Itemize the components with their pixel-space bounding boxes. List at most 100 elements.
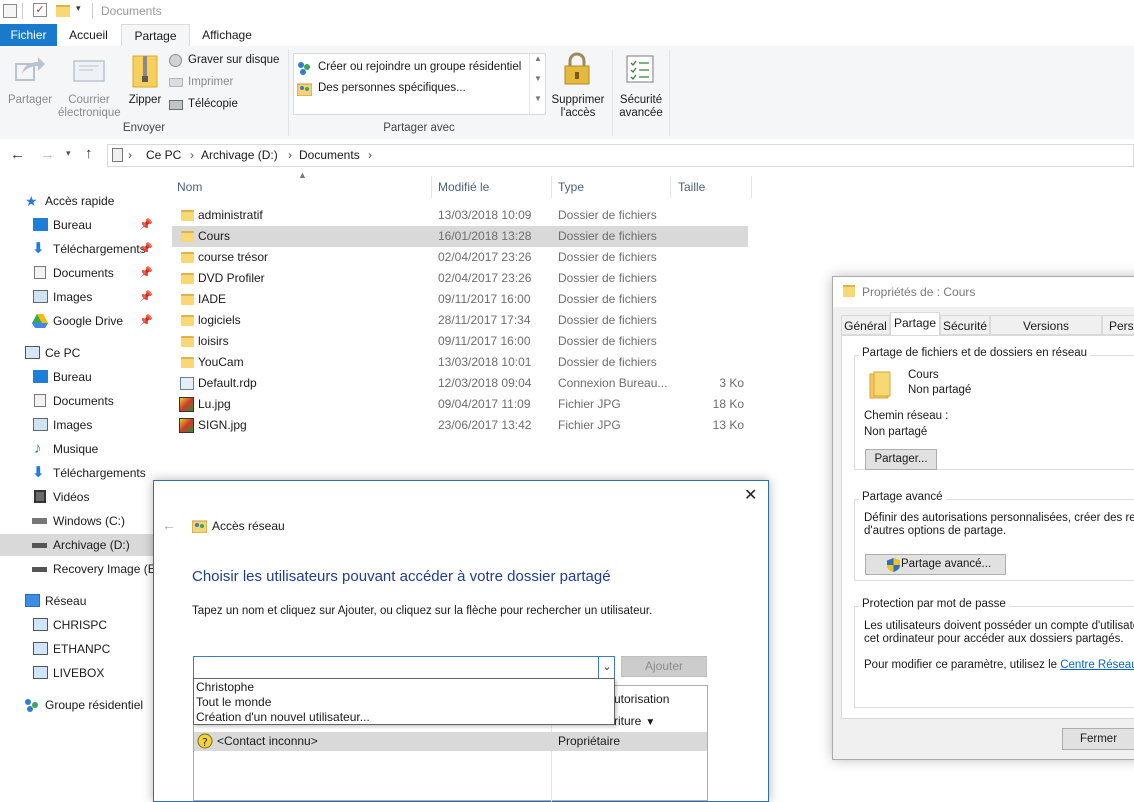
column-header-modified[interactable]: Modifié le: [432, 177, 551, 197]
user-combo-box[interactable]: ⌄: [193, 656, 615, 679]
folder-status: Non partagé: [908, 384, 972, 396]
pictures-icon: [33, 418, 48, 431]
scroll-up-icon[interactable]: ▲: [534, 54, 542, 63]
tab-accueil[interactable]: Accueil: [57, 24, 120, 46]
pin-icon[interactable]: 📌: [139, 214, 153, 236]
fax-button[interactable]: Télécopie: [168, 97, 248, 114]
nav-pc-recovery-e[interactable]: Recovery Image (E:: [0, 558, 158, 580]
file-type: Connexion Bureau...: [558, 376, 668, 390]
tab-securite[interactable]: Sécurité: [940, 315, 990, 335]
file-row[interactable]: logiciels 28/11/2017 17:34 Dossier de fi…: [172, 310, 748, 331]
nav-quick-documents[interactable]: Documents 📌: [0, 262, 158, 284]
scroll-down-icon[interactable]: ▼: [534, 74, 542, 83]
file-row[interactable]: IADE 09/11/2017 16:00 Dossier de fichier…: [172, 289, 748, 310]
back-icon[interactable]: ←: [10, 146, 25, 163]
tab-perso[interactable]: Perso: [1102, 315, 1134, 335]
advanced-sharing-text-2: d'autres options de partage.: [864, 525, 1007, 537]
burn-disc-button[interactable]: Graver sur disque: [168, 53, 283, 70]
forward-icon[interactable]: →: [40, 146, 55, 163]
file-row[interactable]: administratif 13/03/2018 10:09 Dossier d…: [172, 205, 748, 226]
zip-button[interactable]: Zipper: [124, 50, 166, 112]
file-row[interactable]: YouCam 13/03/2018 10:01 Dossier de fichi…: [172, 352, 748, 373]
tab-general[interactable]: Général: [841, 315, 890, 335]
dropdown-option[interactable]: Création d'un nouvel utilisateur...: [196, 710, 370, 724]
new-folder-icon[interactable]: [56, 5, 70, 17]
printer-icon: [169, 78, 183, 87]
network-center-link[interactable]: Centre Réseau et pa: [1060, 659, 1134, 671]
qat-dropdown-icon[interactable]: ▾: [76, 3, 81, 14]
column-header-size[interactable]: Taille: [671, 177, 751, 197]
up-icon[interactable]: ↑: [85, 145, 93, 162]
file-row[interactable]: loisirs 09/11/2017 16:00 Dossier de fich…: [172, 331, 748, 352]
specific-people-item[interactable]: Des personnes spécifiques...: [296, 80, 526, 98]
email-button[interactable]: Courrier électronique: [58, 50, 121, 119]
file-row[interactable]: Cours 16/01/2018 13:28 Dossier de fichie…: [172, 226, 748, 247]
tab-fichier[interactable]: Fichier: [0, 24, 57, 46]
nav-network-livebox[interactable]: LIVEBOX: [0, 662, 158, 684]
file-row[interactable]: SIGN.jpg 23/06/2017 13:42 Fichier JPG 13…: [172, 415, 748, 436]
share-button[interactable]: Partager: [2, 50, 58, 112]
checklist-icon[interactable]: ✓: [33, 3, 47, 17]
nav-pc-downloads[interactable]: ⬇ Téléchargements: [0, 462, 158, 484]
add-button[interactable]: Ajouter: [621, 656, 707, 677]
user-row[interactable]: ? <Contact inconnu> Propriétaire: [194, 732, 707, 751]
homegroup-item[interactable]: Créer ou rejoindre un groupe résidentiel: [296, 59, 526, 77]
breadcrumb-archivage[interactable]: Archivage (D:): [201, 145, 278, 166]
nav-network-ethanpc[interactable]: ETHANPC: [0, 638, 158, 660]
nav-homegroup[interactable]: Groupe résidentiel: [0, 694, 158, 716]
nav-pc-bureau[interactable]: Bureau: [0, 366, 158, 388]
breadcrumb-ce-pc[interactable]: Ce PC: [146, 145, 181, 166]
recent-locations-icon[interactable]: ▾: [66, 148, 71, 159]
file-row[interactable]: Lu.jpg 09/04/2017 11:09 Fichier JPG 18 K…: [172, 394, 748, 415]
dropdown-option[interactable]: Christophe: [196, 680, 254, 694]
nav-pc-images[interactable]: Images: [0, 414, 158, 436]
close-icon[interactable]: ✕: [744, 485, 757, 505]
tab-versions[interactable]: Versions précédentes: [990, 315, 1102, 353]
homegroup-icon: [25, 699, 38, 712]
advanced-security-button[interactable]: Sécurité avancée: [614, 50, 668, 120]
advanced-sharing-button[interactable]: Partage avancé...: [865, 554, 1006, 575]
file-row[interactable]: DVD Profiler 02/04/2017 23:26 Dossier de…: [172, 268, 748, 289]
pin-icon[interactable]: 📌: [139, 310, 153, 332]
file-row[interactable]: Default.rdp 12/03/2018 09:04 Connexion B…: [172, 373, 748, 394]
column-header-name[interactable]: Nom: [172, 177, 431, 197]
pin-icon[interactable]: 📌: [139, 286, 153, 308]
nav-pc-documents[interactable]: Documents: [0, 390, 158, 412]
nav-this-pc[interactable]: Ce PC: [0, 342, 158, 364]
chevron-down-icon[interactable]: ⌄: [598, 657, 615, 678]
permission-dropdown[interactable]: riture ▼: [614, 714, 655, 728]
tab-partage[interactable]: Partage: [121, 24, 190, 48]
nav-pc-videos[interactable]: Vidéos: [0, 486, 158, 508]
back-arrow-icon[interactable]: ←: [162, 517, 176, 533]
address-box[interactable]: › Ce PC › Archivage (D:) › Documents ›: [107, 144, 1134, 167]
nav-network-chrispc[interactable]: CHRISPC: [0, 614, 158, 636]
user-permission: Propriétaire: [558, 734, 621, 748]
nav-pc-musique[interactable]: ♪ Musique: [0, 438, 158, 460]
pin-icon[interactable]: 📌: [139, 262, 153, 284]
print-button[interactable]: Imprimer: [168, 75, 248, 92]
file-properties-icon[interactable]: [3, 4, 17, 18]
column-divider[interactable]: [751, 176, 752, 198]
dropdown-option[interactable]: Tout le monde: [196, 695, 271, 709]
gallery-expand-icon[interactable]: ▼: [534, 94, 542, 103]
nav-quick-images[interactable]: Images 📌: [0, 286, 158, 308]
pin-icon[interactable]: 📌: [139, 238, 153, 260]
tab-affichage[interactable]: Affichage: [188, 24, 266, 46]
gallery-scroll[interactable]: ▲ ▼ ▼: [529, 54, 546, 114]
nav-quick-downloads[interactable]: ⬇ Téléchargements 📌: [0, 238, 158, 260]
nav-quick-bureau[interactable]: Bureau 📌: [0, 214, 158, 236]
file-row[interactable]: course trésor 02/04/2017 23:26 Dossier d…: [172, 247, 748, 268]
tab-partage[interactable]: Partage: [890, 312, 940, 336]
close-button[interactable]: Fermer: [1062, 728, 1134, 750]
nav-network[interactable]: Réseau: [0, 590, 158, 612]
nav-pc-windows-c[interactable]: Windows (C:): [0, 510, 158, 532]
share-button[interactable]: Partager...: [865, 449, 937, 470]
nav-pc-archivage-d[interactable]: Archivage (D:): [0, 534, 158, 556]
breadcrumb-documents[interactable]: Documents: [299, 145, 360, 166]
nav-quick-google-drive[interactable]: Google Drive 📌: [0, 310, 158, 332]
column-header-type[interactable]: Type: [552, 177, 670, 197]
remove-access-button[interactable]: Supprimer l'accès: [549, 50, 607, 120]
file-date: 09/11/2017 16:00: [438, 292, 531, 306]
computer-icon: [25, 346, 40, 359]
nav-quick-access[interactable]: ★ Accès rapide: [0, 190, 158, 212]
